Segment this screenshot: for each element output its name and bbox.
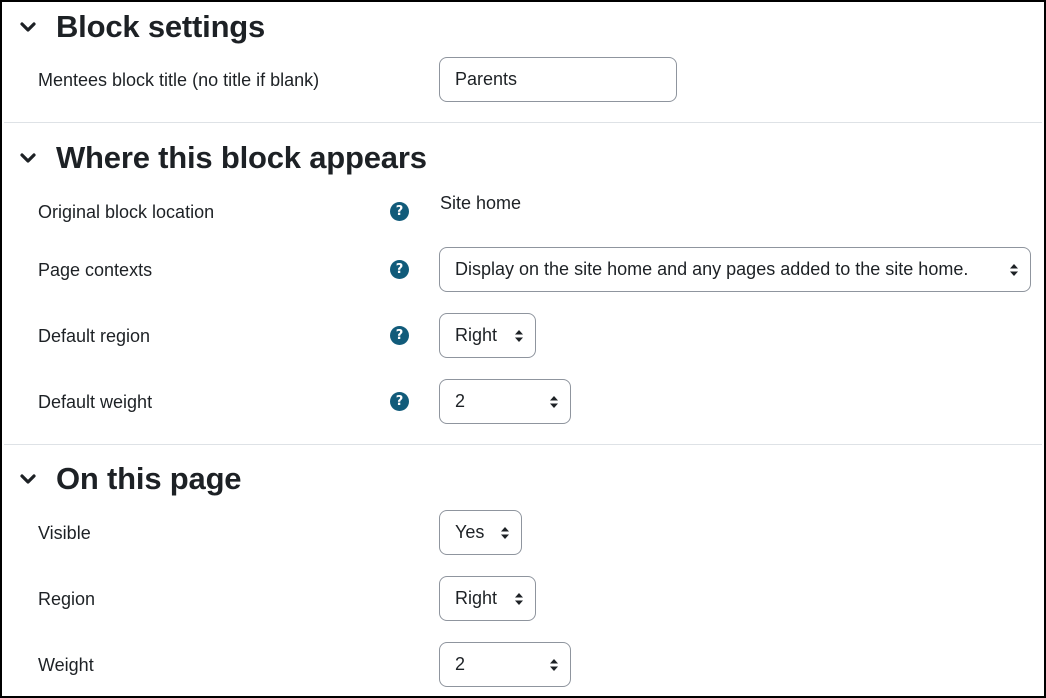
page-contexts-selected: Display on the site home and any pages a… — [455, 259, 969, 279]
sort-arrows-icon — [515, 329, 523, 342]
section-title-where-block-appears[interactable]: Where this block appears — [56, 140, 427, 176]
visible-label: Visible — [38, 523, 91, 543]
region-select[interactable]: Right — [439, 576, 536, 621]
sort-arrows-icon — [1010, 263, 1018, 276]
help-icon[interactable]: ? — [390, 326, 409, 345]
mentees-block-title-input[interactable]: Parents — [439, 57, 677, 102]
sort-arrows-icon — [501, 526, 509, 539]
help-icon[interactable]: ? — [390, 202, 409, 221]
default-region-label: Default region — [38, 326, 151, 346]
sort-arrows-icon — [515, 592, 523, 605]
section-title-on-this-page[interactable]: On this page — [56, 461, 242, 497]
original-block-location-label: Original block location — [38, 202, 215, 222]
visible-select[interactable]: Yes — [439, 510, 522, 555]
chevron-down-icon[interactable] — [19, 473, 37, 485]
sort-arrows-icon — [550, 395, 558, 408]
mentees-block-title-label: Mentees block title (no title if blank) — [38, 70, 320, 90]
region-label: Region — [38, 589, 96, 609]
sort-arrows-icon — [550, 658, 558, 671]
weight-selected: 2 — [455, 654, 466, 674]
weight-select[interactable]: 2 — [439, 642, 571, 687]
section-title-block-settings[interactable]: Block settings — [56, 9, 265, 45]
help-icon[interactable]: ? — [390, 392, 409, 411]
default-region-selected: Right — [455, 325, 498, 345]
section-divider — [4, 444, 1042, 445]
visible-selected: Yes — [455, 522, 485, 542]
section-divider — [4, 122, 1042, 123]
page-contexts-select[interactable]: Display on the site home and any pages a… — [439, 247, 1031, 292]
help-icon[interactable]: ? — [390, 260, 409, 279]
default-weight-label: Default weight — [38, 392, 153, 412]
default-weight-select[interactable]: 2 — [439, 379, 571, 424]
mentees-block-title-value: Parents — [455, 69, 518, 89]
default-region-select[interactable]: Right — [439, 313, 536, 358]
original-block-location-value: Site home — [440, 193, 522, 213]
default-weight-selected: 2 — [455, 391, 466, 411]
weight-label: Weight — [38, 655, 94, 675]
block-settings-form: Block settings Mentees block title (no t… — [0, 0, 1046, 698]
chevron-down-icon[interactable] — [19, 152, 37, 164]
chevron-down-icon[interactable] — [19, 21, 37, 33]
region-selected: Right — [455, 588, 498, 608]
page-contexts-label: Page contexts — [38, 260, 153, 280]
